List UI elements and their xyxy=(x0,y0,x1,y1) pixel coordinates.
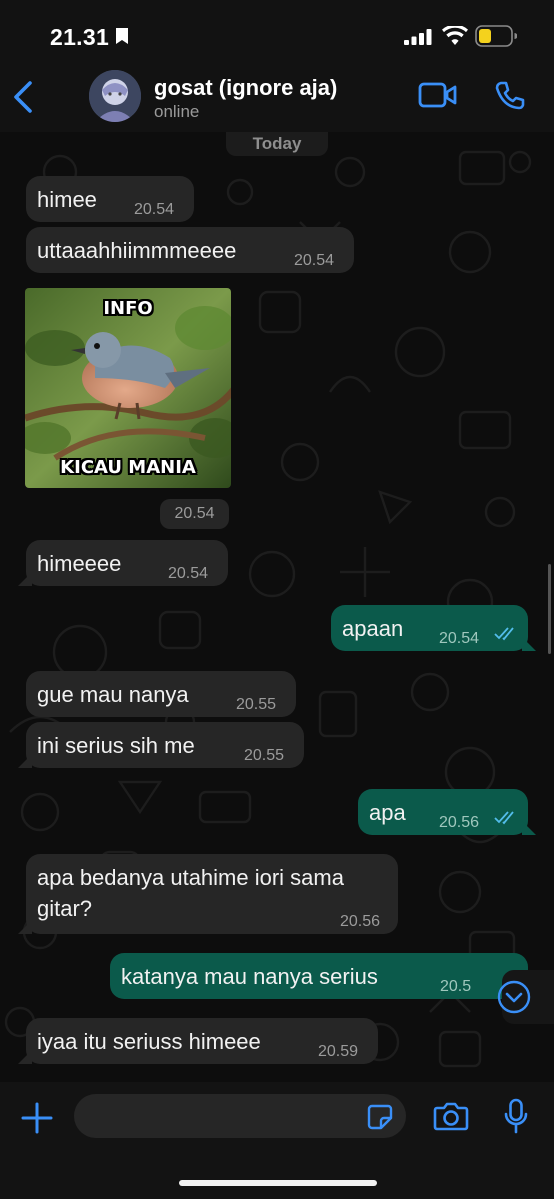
message-text: gitar? xyxy=(37,896,93,921)
message-time: 20.56 xyxy=(340,913,381,930)
bubble-tail xyxy=(18,754,32,768)
status-time: 21.31 xyxy=(50,24,110,50)
chat-header: gosat (ignore aja) online xyxy=(0,62,554,132)
wifi-icon xyxy=(442,26,468,45)
message-outgoing[interactable]: apa 20.56 xyxy=(358,789,536,835)
plus-icon[interactable] xyxy=(21,1102,53,1134)
message-text: uttaaahhiimmmeeee xyxy=(37,238,237,263)
message-incoming[interactable]: uttaaahhiimmmeeee 20.54 xyxy=(26,227,354,273)
message-text: apa xyxy=(369,800,406,825)
double-check-icon xyxy=(494,627,514,641)
message-time: 20.56 xyxy=(439,814,480,831)
sticker-image[interactable]: INFO KICAU MANIA xyxy=(25,288,231,488)
message-text: himeeee xyxy=(37,551,122,576)
message-text: katanya mau nanya serius xyxy=(121,964,378,989)
message-time: 20.54 xyxy=(439,630,480,647)
message-incoming[interactable]: himeeee 20.54 xyxy=(18,540,228,586)
message-text: gue mau nanya xyxy=(37,682,189,707)
bubble-tail xyxy=(18,1050,32,1064)
sticker-icon[interactable] xyxy=(367,1104,393,1130)
message-text: apaan xyxy=(342,616,404,641)
battery-icon xyxy=(475,25,517,47)
message-incoming[interactable]: ini serius sih me 20.55 xyxy=(18,722,304,768)
contact-name[interactable]: gosat (ignore aja) xyxy=(154,75,337,101)
bubble-tail xyxy=(18,572,32,586)
compose-bar xyxy=(0,1082,554,1199)
bubble-tail xyxy=(522,637,536,651)
message-time: 20.55 xyxy=(244,747,285,764)
bookmark-icon xyxy=(116,28,128,44)
message-time: 20.59 xyxy=(318,1043,359,1060)
message-incoming[interactable]: himee 20.54 xyxy=(26,176,194,222)
message-time: 20.54 xyxy=(134,201,175,218)
bubble-tail xyxy=(18,920,32,934)
message-incoming[interactable]: apa bedanya utahime iori sama gitar? 20.… xyxy=(18,854,398,934)
message-time: 20.5 xyxy=(440,978,472,995)
video-call-icon[interactable] xyxy=(418,81,458,109)
phone-icon[interactable] xyxy=(494,80,526,112)
avatar[interactable] xyxy=(89,70,141,122)
message-input[interactable] xyxy=(74,1094,406,1138)
scroll-to-bottom-button[interactable] xyxy=(497,970,554,1024)
message-text: himee xyxy=(37,187,97,212)
home-indicator[interactable] xyxy=(179,1180,377,1186)
contact-status: online xyxy=(154,102,200,121)
sticker-caption-bottom: KICAU MANIA xyxy=(60,457,196,478)
back-icon[interactable] xyxy=(12,80,34,114)
message-outgoing[interactable]: apaan 20.54 xyxy=(331,605,536,651)
double-check-icon xyxy=(494,811,514,825)
microphone-icon[interactable] xyxy=(504,1098,528,1134)
signal-icon xyxy=(404,29,432,45)
chevron-down-icon xyxy=(497,980,531,1014)
message-incoming[interactable]: iyaa itu seriuss himeee 20.59 xyxy=(18,1018,378,1064)
avatar-image xyxy=(89,70,141,122)
message-text: ini serius sih me xyxy=(37,733,195,758)
status-bar: 21.31 xyxy=(0,0,554,62)
sticker-caption-top: INFO xyxy=(103,298,153,319)
sticker-time: 20.54 xyxy=(160,499,229,529)
message-text: iyaa itu seriuss himeee xyxy=(37,1029,261,1054)
date-divider: Today xyxy=(226,132,328,156)
message-incoming[interactable]: gue mau nanya 20.55 xyxy=(26,671,296,717)
bubble-tail xyxy=(522,821,536,835)
message-time: 20.54 xyxy=(168,565,209,582)
chat-area[interactable]: Today himee 20.54 uttaaahhiimmmeeee 20.5… xyxy=(0,132,554,1082)
message-text: apa bedanya utahime iori sama xyxy=(37,865,344,890)
message-time: 20.55 xyxy=(236,696,277,713)
message-time: 20.54 xyxy=(294,252,335,269)
message-outgoing[interactable]: katanya mau nanya serius 20.5 xyxy=(110,953,528,999)
camera-icon[interactable] xyxy=(433,1101,469,1131)
scroll-indicator[interactable] xyxy=(548,564,551,654)
